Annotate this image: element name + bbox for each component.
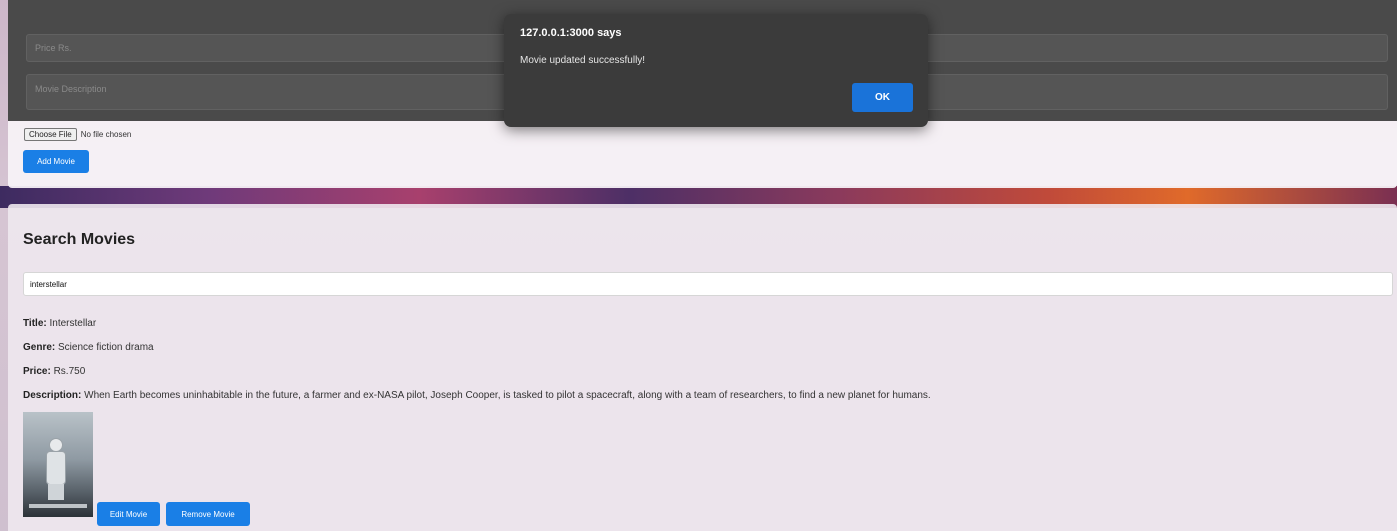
movie-title-line: Title: Interstellar (23, 318, 96, 329)
genre-label: Genre: (23, 342, 56, 353)
choose-file-button[interactable]: Choose File (24, 128, 77, 141)
edit-movie-button[interactable]: Edit Movie (97, 502, 160, 526)
astronaut-legs-shape (48, 484, 64, 500)
astronaut-helmet-shape (49, 438, 63, 452)
file-status-text: No file chosen (80, 130, 132, 139)
search-input[interactable] (23, 272, 1393, 296)
description-label: Description: (23, 390, 82, 401)
movie-price-line: Price: Rs.750 (23, 366, 85, 377)
movie-genre-line: Genre: Science fiction drama (23, 342, 154, 353)
dialog-ok-button[interactable]: OK (852, 83, 913, 112)
movie-description-line: Description: When Earth becomes uninhabi… (23, 390, 931, 401)
description-value: When Earth becomes uninhabitable in the … (84, 390, 931, 401)
genre-value: Science fiction drama (58, 342, 154, 353)
title-value: Interstellar (49, 318, 97, 329)
add-movie-button[interactable]: Add Movie (23, 150, 89, 173)
astronaut-body-shape (46, 451, 66, 485)
dialog-message: Movie updated successfully! (520, 55, 646, 66)
file-upload-row: Choose File No file chosen (24, 128, 131, 141)
dialog-title: 127.0.0.1:3000 says (520, 27, 622, 39)
title-label: Title: (23, 318, 47, 329)
movie-poster-image (23, 412, 93, 517)
price-label: Price: (23, 366, 51, 377)
search-panel (8, 204, 1397, 531)
poster-title-strip (29, 504, 87, 508)
remove-movie-button[interactable]: Remove Movie (166, 502, 250, 526)
alert-dialog: 127.0.0.1:3000 says Movie updated succes… (504, 14, 928, 127)
price-value: Rs.750 (53, 366, 86, 377)
search-heading: Search Movies (23, 231, 136, 248)
